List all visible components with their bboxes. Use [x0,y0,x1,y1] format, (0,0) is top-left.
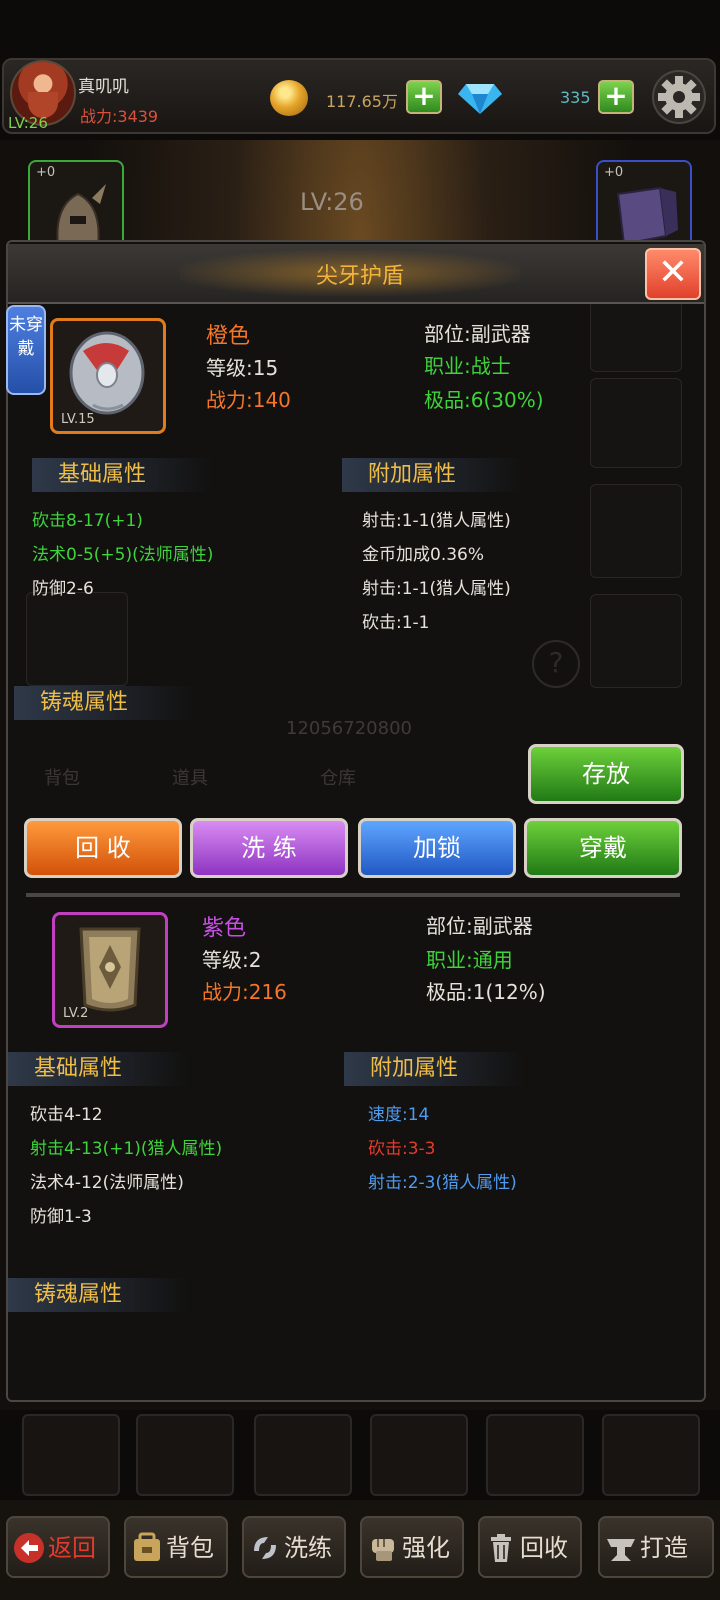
item1-icon-level: LV.15 [61,412,95,427]
item1-basic-stat: 防御2-6 [32,579,94,599]
item2-grade: 极品:1(12%) [426,980,546,1004]
gold-amount: 117.65万 [326,92,398,111]
item1-extra-header: 附加属性 [342,458,522,492]
item1-class: 职业:战士 [424,354,511,378]
inventory-cell[interactable] [22,1414,120,1496]
bag-icon [134,1532,160,1561]
ghost-slot [590,484,682,578]
item1-icon-frame[interactable]: LV.15 [50,318,166,434]
item2-slot: 部位:副武器 [426,914,533,938]
nav-back-label: 返回 [48,1534,96,1562]
background-tab-bag: 背包 [44,768,80,789]
item2-power: 战力:216 [202,980,287,1004]
background-tab-storage: 仓库 [320,768,356,789]
item1-slot: 部位:副武器 [424,322,531,346]
item1-extra-stat: 射击:1-1(猎人属性) [362,511,511,531]
fist-icon [372,1539,394,1561]
item1-basic-stat: 法术0-5(+5)(法师属性) [32,545,214,565]
nav-enhance-label: 强化 [402,1534,450,1562]
trash-icon [491,1534,511,1562]
help-icon: ? [532,640,580,688]
add-gold-button[interactable]: + [406,80,442,114]
unequipped-status-tag: 未穿戴 [6,305,46,395]
lock-button[interactable]: 加锁 [358,818,516,878]
item2-extra-stat: 速度:14 [368,1105,430,1125]
item1-grade: 极品:6(30%) [424,388,544,412]
nav-recycle-label: 回收 [520,1534,568,1562]
item1-extra-stat: 砍击:1-1 [362,613,430,633]
nav-bag-button[interactable]: 背包 [124,1516,228,1578]
back-arrow-icon [14,1533,44,1563]
nav-enhance-button[interactable]: 强化 [360,1516,464,1578]
close-button[interactable]: ✕ [645,248,701,300]
refine-button[interactable]: 洗 练 [190,818,348,878]
background-tab-items: 道具 [172,768,208,789]
item2-icon-level: LV.2 [63,1006,89,1021]
background-id-text: 12056720800 [286,718,412,739]
item2-basic-header: 基础属性 [8,1052,188,1086]
inventory-cell[interactable] [486,1414,584,1496]
item1-extra-stat: 射击:1-1(猎人属性) [362,579,511,599]
player-name: 真叽叽 [78,77,129,97]
item2-quality: 紫色 [202,916,247,941]
inventory-cell[interactable] [370,1414,468,1496]
divider [26,893,680,897]
item2-basic-stat: 砍击4-12 [30,1105,103,1125]
ghost-slot [590,300,682,372]
item1-quality: 橙色 [206,324,251,349]
item2-basic-stat: 射击4-13(+1)(猎人属性) [30,1139,223,1159]
nav-forge-button[interactable]: 打造 [598,1516,714,1578]
nav-bag-label: 背包 [166,1534,214,1562]
item2-class: 职业:通用 [426,948,513,972]
item2-basic-stat: 法术4-12(法师属性) [30,1173,184,1193]
gold-coin-icon [270,80,308,116]
item2-level: 等级:2 [202,948,262,972]
item2-extra-stat: 射击:2-3(猎人属性) [368,1173,517,1193]
item2-icon-frame[interactable]: LV.2 [52,912,168,1028]
add-gems-button[interactable]: + [598,80,634,114]
nav-refine-button[interactable]: 洗练 [242,1516,346,1578]
item1-soul-header: 铸魂属性 [14,686,194,720]
nav-back-button[interactable]: 返回 [6,1516,110,1578]
item2-soul-header: 铸魂属性 [8,1278,188,1312]
nav-forge-label: 打造 [640,1534,688,1562]
ghost-slot [26,592,128,686]
inventory-cell[interactable] [602,1414,700,1496]
item1-basic-stat: 砍击8-17(+1) [32,511,143,531]
recycle-button[interactable]: 回 收 [24,818,182,878]
item1-basic-header: 基础属性 [32,458,212,492]
modal-title: 尖牙护盾 [315,264,404,289]
inventory-cell[interactable] [254,1414,352,1496]
diamond-icon [458,84,502,114]
anvil-icon [607,1539,635,1561]
nav-refine-label: 洗练 [284,1534,332,1562]
ghost-slot [590,594,682,688]
inventory-cell[interactable] [136,1414,234,1496]
store-button[interactable]: 存放 [528,744,684,804]
refine-swirl-icon [254,1537,276,1559]
gem-amount: 335 [560,88,591,107]
player-power: 战力:3439 [80,107,159,126]
nav-recycle-button[interactable]: 回收 [478,1516,582,1578]
ghost-slot [590,378,682,468]
item2-basic-stat: 防御1-3 [30,1207,92,1227]
player-level: LV:26 [8,114,48,132]
settings-gear-icon[interactable] [652,70,706,124]
item1-power: 战力:140 [206,388,291,412]
character-level: LV:26 [300,188,364,216]
item1-extra-stat: 金币加成0.36% [362,545,485,565]
item1-level: 等级:15 [206,356,279,380]
item2-extra-stat: 砍击:3-3 [368,1139,436,1159]
item2-extra-header: 附加属性 [344,1052,524,1086]
equip-button[interactable]: 穿戴 [524,818,682,878]
